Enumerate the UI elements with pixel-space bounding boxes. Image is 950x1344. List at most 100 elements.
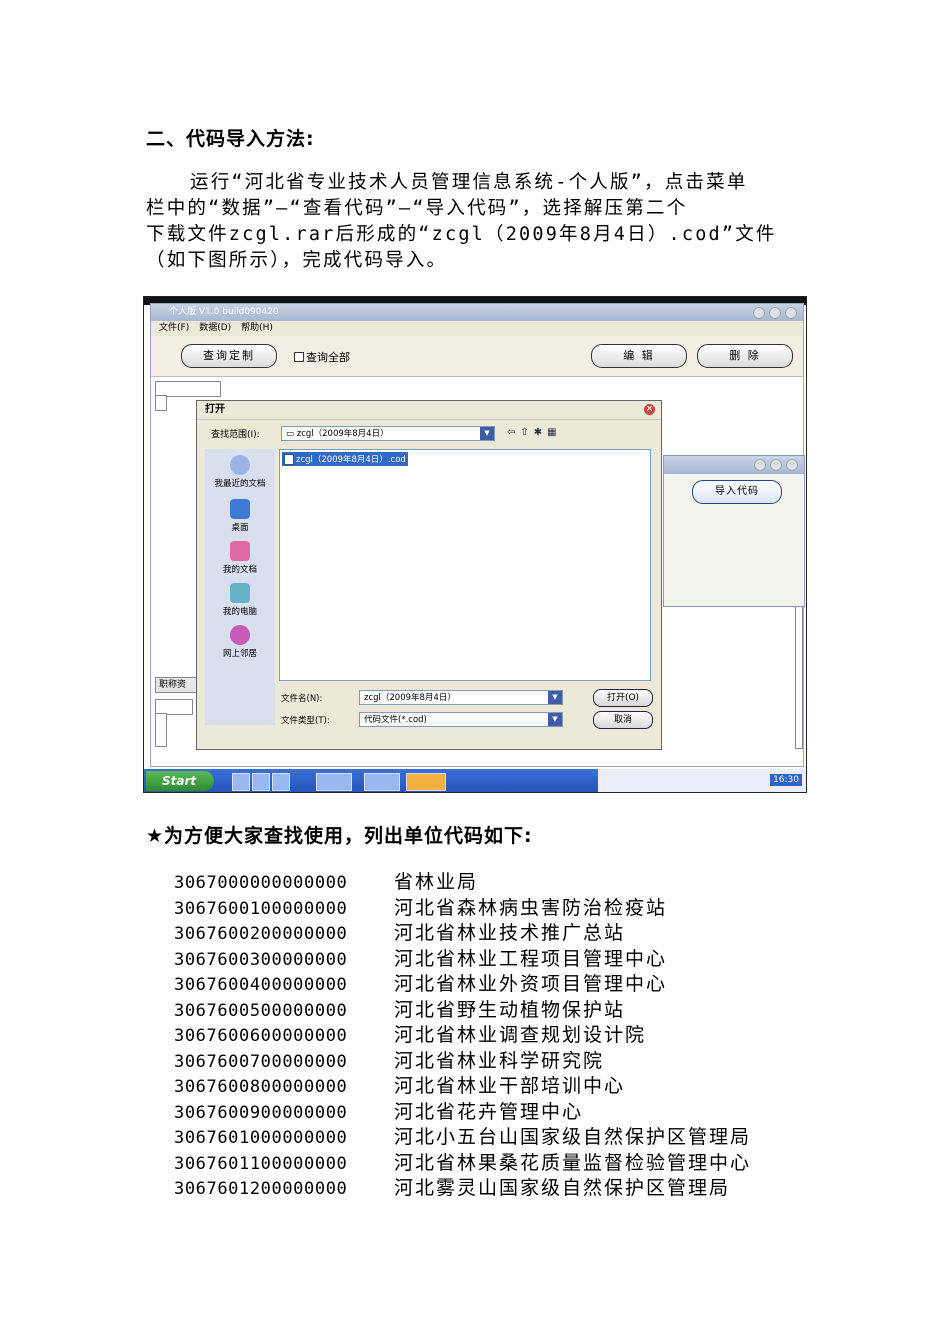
place-label: 我的电脑	[222, 607, 257, 617]
unit-name: 省林业局	[394, 871, 479, 893]
dialog-title: 打开	[205, 404, 225, 415]
import-code-button[interactable]: 导入代码	[692, 480, 782, 504]
unit-name: 河北省森林病虫害防治检疫站	[394, 896, 668, 919]
checkbox-box[interactable]	[294, 352, 304, 362]
tray-clock: 16:30	[770, 774, 802, 786]
unit-code: 3067600400000000	[174, 975, 348, 995]
app-toolbar: 查询定制 查询全部 编 辑 删 除	[151, 336, 803, 377]
place-recent[interactable]: 我最近的文档	[205, 455, 275, 489]
place-desktop[interactable]: 桌面	[205, 499, 275, 533]
close-icon[interactable]	[785, 307, 797, 319]
chevron-down-icon[interactable]: ▼	[548, 691, 562, 704]
filename-input[interactable]: zcgl（2009年8月4日） ▼	[359, 690, 563, 705]
unit-name: 河北省林业技术推广总站	[394, 922, 626, 944]
place-label: 网上邻居	[222, 649, 257, 659]
delete-button[interactable]: 删 除	[697, 344, 793, 368]
unit-name: 河北省野生动植物保护站	[394, 998, 626, 1021]
unit-code: 3067600800000000	[174, 1077, 348, 1097]
close-icon[interactable]	[786, 459, 798, 471]
section-heading: 二、代码导入方法:	[146, 128, 315, 150]
back-icon[interactable]: ⇦	[507, 427, 520, 438]
minimize-icon[interactable]	[754, 459, 766, 471]
query-custom-button[interactable]: 查询定制	[181, 344, 277, 368]
filename-value: zcgl（2009年8月4日）	[364, 693, 456, 703]
query-all-checkbox[interactable]: 查询全部	[294, 349, 350, 365]
file-icon	[284, 453, 294, 465]
code-row: 3067600200000000 河北省林业技术推广总站	[174, 921, 751, 947]
place-computer[interactable]: 我的电脑	[205, 583, 275, 617]
paragraph-line: 栏中的“数据”—“查看代码”—“导入代码”，选择解压第二个	[146, 198, 688, 219]
minimize-icon[interactable]	[753, 307, 765, 319]
taskbar-app-button[interactable]	[316, 773, 352, 791]
filename-label: 文件名(N):	[281, 694, 323, 704]
folder-icon: ▭	[286, 429, 297, 439]
place-documents[interactable]: 我的文档	[205, 541, 275, 575]
window-controls	[754, 459, 798, 471]
clock-icon	[230, 455, 250, 475]
code-row: 3067600900000000 河北省花卉管理中心	[174, 1100, 751, 1126]
quicklaunch-icon[interactable]	[272, 773, 290, 791]
close-icon[interactable]: ×	[644, 404, 655, 415]
cancel-button[interactable]: 取消	[593, 711, 653, 729]
code-row: 3067000000000000 省林业局	[174, 870, 751, 896]
app-titlebar: 个人版 V1.0 build090420	[151, 304, 803, 321]
unit-name: 河北省花卉管理中心	[394, 1100, 584, 1123]
maximize-icon[interactable]	[769, 307, 781, 319]
look-in-select[interactable]: ▭ zcgl（2009年8月4日） ▼	[281, 426, 495, 441]
code-row: 3067600500000000 河北省野生动植物保护站	[174, 998, 751, 1024]
place-label: 我最近的文档	[214, 479, 266, 489]
code-list-heading: ★为方便大家查找使用，列出单位代码如下:	[146, 825, 533, 847]
code-row: 3067600600000000 河北省林业调查规划设计院	[174, 1023, 751, 1049]
desktop-icon	[230, 499, 250, 519]
menu-data[interactable]: 数据(D)	[199, 321, 231, 336]
unit-name: 河北省林业调查规划设计院	[394, 1024, 647, 1046]
unit-name: 河北小五台山国家级自然保护区管理局	[394, 1126, 752, 1148]
unit-code: 3067000000000000	[174, 873, 348, 893]
unit-code: 3067600900000000	[174, 1102, 348, 1123]
unit-code-list: 3067000000000000 省林业局 3067600100000000 河北省…	[174, 870, 751, 1202]
chevron-down-icon[interactable]: ▼	[480, 427, 494, 440]
edit-button[interactable]: 编 辑	[591, 344, 687, 368]
scrollbar[interactable]	[795, 587, 803, 749]
start-button[interactable]: Start	[146, 771, 214, 791]
up-folder-icon[interactable]: ⇧	[520, 427, 533, 438]
tab-title[interactable]: 职称资	[155, 677, 200, 693]
unit-code: 3067601000000000	[174, 1128, 348, 1148]
new-folder-icon[interactable]: ✱	[534, 427, 547, 438]
look-in-value: zcgl（2009年8月4日）	[296, 429, 389, 439]
unit-code: 3067600300000000	[174, 949, 348, 970]
taskbar-app-button[interactable]	[406, 773, 446, 791]
menu-file[interactable]: 文件(F)	[159, 321, 189, 336]
documents-icon	[230, 541, 250, 561]
file-list[interactable]: zcgl（2009年8月4日）.cod	[279, 449, 651, 681]
places-bar: 我最近的文档 桌面 我的文档 我的电脑 网上邻居	[205, 449, 275, 725]
open-file-dialog: 打开 × 查找范围(I): ▭ zcgl（2009年8月4日） ▼ ⇦⇧✱▦ 我…	[196, 400, 662, 750]
code-row: 3067600400000000 河北省林业外资项目管理中心	[174, 972, 751, 998]
code-row: 3067600100000000 河北省森林病虫害防治检疫站	[174, 896, 751, 922]
filetype-label: 文件类型(T):	[281, 716, 330, 726]
chevron-down-icon[interactable]: ▼	[548, 713, 562, 726]
app-title: 个人版 V1.0 build090420	[169, 307, 279, 317]
maximize-icon[interactable]	[770, 459, 782, 471]
unit-name: 河北省林业工程项目管理中心	[394, 947, 668, 970]
place-label: 桌面	[231, 523, 249, 533]
code-row: 3067601100000000 河北省林果桑花质量监督检验管理中心	[174, 1151, 751, 1177]
file-item[interactable]: zcgl（2009年8月4日）.cod	[282, 452, 408, 466]
taskbar-app-button[interactable]	[364, 773, 400, 791]
computer-icon	[230, 583, 250, 603]
quicklaunch-icon[interactable]	[252, 773, 270, 791]
quicklaunch-icon[interactable]	[232, 773, 250, 791]
view-menu-icon[interactable]: ▦	[547, 427, 561, 438]
open-button[interactable]: 打开(O)	[593, 689, 653, 707]
filetype-select[interactable]: 代码文件(*.cod) ▼	[359, 712, 563, 727]
code-row: 3067600700000000 河北省林业科学研究院	[174, 1049, 751, 1075]
menu-help[interactable]: 帮助(H)	[241, 321, 273, 336]
unit-code: 3067600500000000	[174, 1000, 348, 1021]
place-network[interactable]: 网上邻居	[205, 625, 275, 659]
unit-code: 3067600700000000	[174, 1051, 348, 1072]
code-row: 3067600300000000 河北省林业工程项目管理中心	[174, 947, 751, 973]
unit-name: 河北省林果桑花质量监督检验管理中心	[394, 1151, 752, 1174]
grid-row-cell	[155, 395, 167, 411]
unit-code: 3067601100000000	[174, 1153, 348, 1174]
unit-name: 河北雾灵山国家级自然保护区管理局	[394, 1177, 731, 1199]
